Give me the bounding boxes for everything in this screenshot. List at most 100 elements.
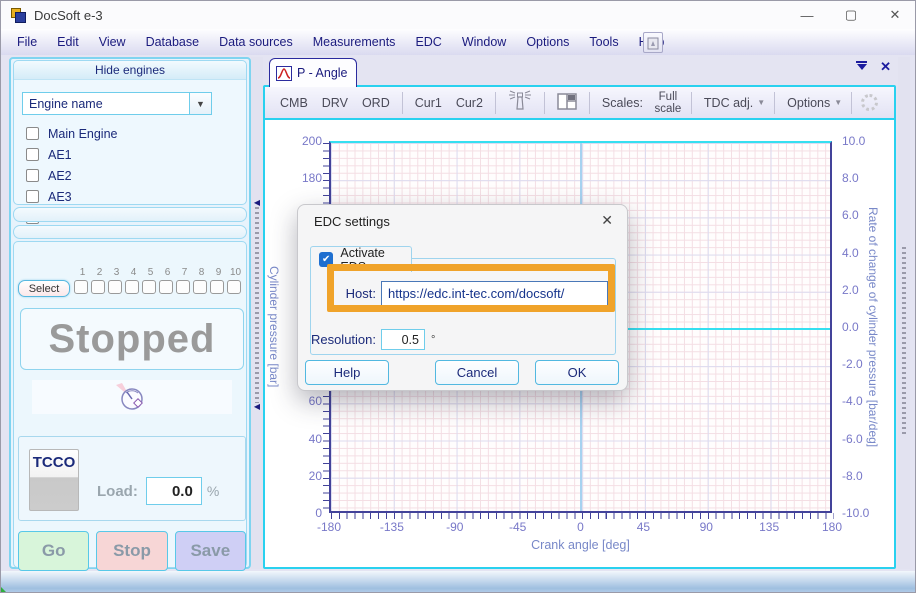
scales-label: Scales: [595, 92, 650, 114]
channel-checkbox[interactable] [74, 280, 88, 294]
engine-label: AE3 [48, 190, 72, 204]
go-button[interactable]: Go [18, 531, 89, 571]
close-button[interactable]: ✕ [873, 1, 916, 29]
channel-number: 4 [125, 267, 142, 278]
collapse-left-icon[interactable]: ◀ [254, 199, 260, 207]
engine-row: AE1 [26, 144, 240, 165]
activate-eds-label: Activate EDS [340, 246, 411, 274]
menu-item-tools[interactable]: Tools [579, 31, 628, 53]
tab-close-icon[interactable]: ✕ [880, 61, 891, 72]
menu-item-options[interactable]: Options [516, 31, 579, 53]
y-axis-left-title: Cylinder pressure [bar] [267, 266, 281, 387]
x-axis-tickmarks [331, 513, 834, 519]
menu-item-data-sources[interactable]: Data sources [209, 31, 303, 53]
tab-p-angle[interactable]: P - Angle [269, 58, 357, 87]
channel-numbers: 12345678910 [74, 267, 246, 278]
stop-button[interactable]: Stop [96, 531, 167, 571]
menu-tool-button[interactable] [643, 32, 663, 53]
right-splitter[interactable] [898, 57, 910, 569]
collapsed-section-1[interactable] [13, 207, 247, 222]
tachometer-icon [116, 383, 148, 411]
cancel-button[interactable]: Cancel [435, 360, 519, 385]
menu-bar: FileEditViewDatabaseData sourcesMeasurem… [1, 29, 916, 55]
channel-checkbox[interactable] [142, 280, 156, 294]
menu-item-database[interactable]: Database [136, 31, 210, 53]
menu-item-view[interactable]: View [89, 31, 136, 53]
collapse-left-icon-2[interactable]: ◀ [254, 403, 260, 411]
engine-checkbox[interactable] [26, 190, 39, 203]
gauge-strip [32, 380, 232, 414]
ord-button[interactable]: ORD [355, 92, 397, 114]
channel-checkbox[interactable] [108, 280, 122, 294]
cur1-button[interactable]: Cur1 [408, 92, 449, 114]
chevron-down-icon[interactable]: ▼ [757, 98, 769, 107]
app-window: DocSoft e-3 — ▢ ✕ FileEditViewDatabaseDa… [0, 0, 916, 593]
engine-name-dropdown[interactable]: Engine name [22, 92, 190, 115]
help-button[interactable]: Help [305, 360, 389, 385]
channel-number: 7 [176, 267, 193, 278]
engine-panel: Hide engines Engine name ▼ Main EngineAE… [9, 57, 251, 569]
menu-item-edc[interactable]: EDC [405, 31, 451, 53]
x-tick-label: 180 [812, 520, 852, 534]
cur2-button[interactable]: Cur2 [449, 92, 490, 114]
load-input[interactable]: 0.0 [146, 477, 202, 505]
left-splitter[interactable]: ◀ ◀ [251, 57, 263, 569]
channel-checkbox[interactable] [193, 280, 207, 294]
tdc-adj-dropdown[interactable]: TDC adj. [697, 92, 757, 114]
ok-button[interactable]: OK [535, 360, 619, 385]
cmb-button[interactable]: CMB [273, 92, 315, 114]
channel-checkbox[interactable] [176, 280, 190, 294]
select-button[interactable]: Select [18, 280, 70, 297]
title-bar: DocSoft e-3 — ▢ ✕ [1, 1, 916, 29]
host-input[interactable]: https://edc.int-tec.com/docsoft/ [381, 281, 608, 306]
x-axis-ticks: -180-135-90-4504590135180 [309, 520, 852, 534]
dialog-close-icon[interactable]: ✕ [601, 212, 613, 229]
y-tick-label-left: 0 [315, 506, 322, 520]
channel-checkbox[interactable] [125, 280, 139, 294]
save-button[interactable]: Save [175, 531, 246, 571]
chevron-down-icon[interactable]: ▼ [834, 98, 846, 107]
minimize-button[interactable]: — [785, 1, 829, 29]
hide-engines-header[interactable]: Hide engines [14, 61, 246, 80]
edc-settings-dialog: EDC settings ✕ ✔ Activate EDS Host: http… [297, 204, 628, 391]
y-tick-label-right: 8.0 [842, 171, 859, 185]
lighthouse-icon[interactable] [501, 86, 539, 119]
y-tick-label-right: -4.0 [842, 394, 863, 408]
engine-checkbox[interactable] [26, 148, 39, 161]
engine-row: AE2 [26, 165, 240, 186]
channel-checkbox[interactable] [91, 280, 105, 294]
chevron-down-icon[interactable]: ▼ [190, 92, 212, 115]
activate-eds-checkbox[interactable]: ✔ [319, 252, 333, 267]
x-axis-title: Crank angle [deg] [329, 538, 832, 552]
engine-checkbox[interactable] [26, 169, 39, 182]
channel-checkbox[interactable] [159, 280, 173, 294]
x-tick-label: 45 [623, 520, 663, 534]
tcco-button[interactable]: TCCO [29, 449, 79, 511]
x-tick-label: 135 [749, 520, 789, 534]
hand-tool-icon [647, 36, 659, 50]
engine-row: Main Engine [26, 123, 240, 144]
menu-item-window[interactable]: Window [452, 31, 516, 53]
hide-engines-section: Hide engines Engine name ▼ Main EngineAE… [13, 60, 247, 205]
resolution-input[interactable]: 0.5 [381, 329, 425, 350]
menu-item-measurements[interactable]: Measurements [303, 31, 406, 53]
options-dropdown[interactable]: Options [780, 92, 834, 114]
engine-label: AE2 [48, 169, 72, 183]
window-list-icon[interactable] [855, 61, 868, 72]
full-scale-button[interactable]: Full scale [650, 91, 686, 115]
maximize-button[interactable]: ▢ [829, 1, 873, 29]
splitter-handle-right[interactable] [902, 247, 906, 437]
engine-status-box: Stopped [20, 308, 244, 370]
collapsed-section-2[interactable] [13, 225, 247, 239]
y-tick-label-right: 6.0 [842, 208, 859, 222]
splitter-handle[interactable] [255, 207, 259, 403]
channel-checkbox[interactable] [227, 280, 241, 294]
menu-item-edit[interactable]: Edit [47, 31, 89, 53]
layout-grid-icon[interactable] [550, 89, 584, 117]
engine-checkbox[interactable] [26, 127, 39, 140]
menu-item-file[interactable]: File [7, 31, 47, 53]
spinner-icon [861, 94, 878, 111]
channel-checkbox[interactable] [210, 280, 224, 294]
engine-row: AE3 [26, 186, 240, 207]
drv-button[interactable]: DRV [315, 92, 355, 114]
